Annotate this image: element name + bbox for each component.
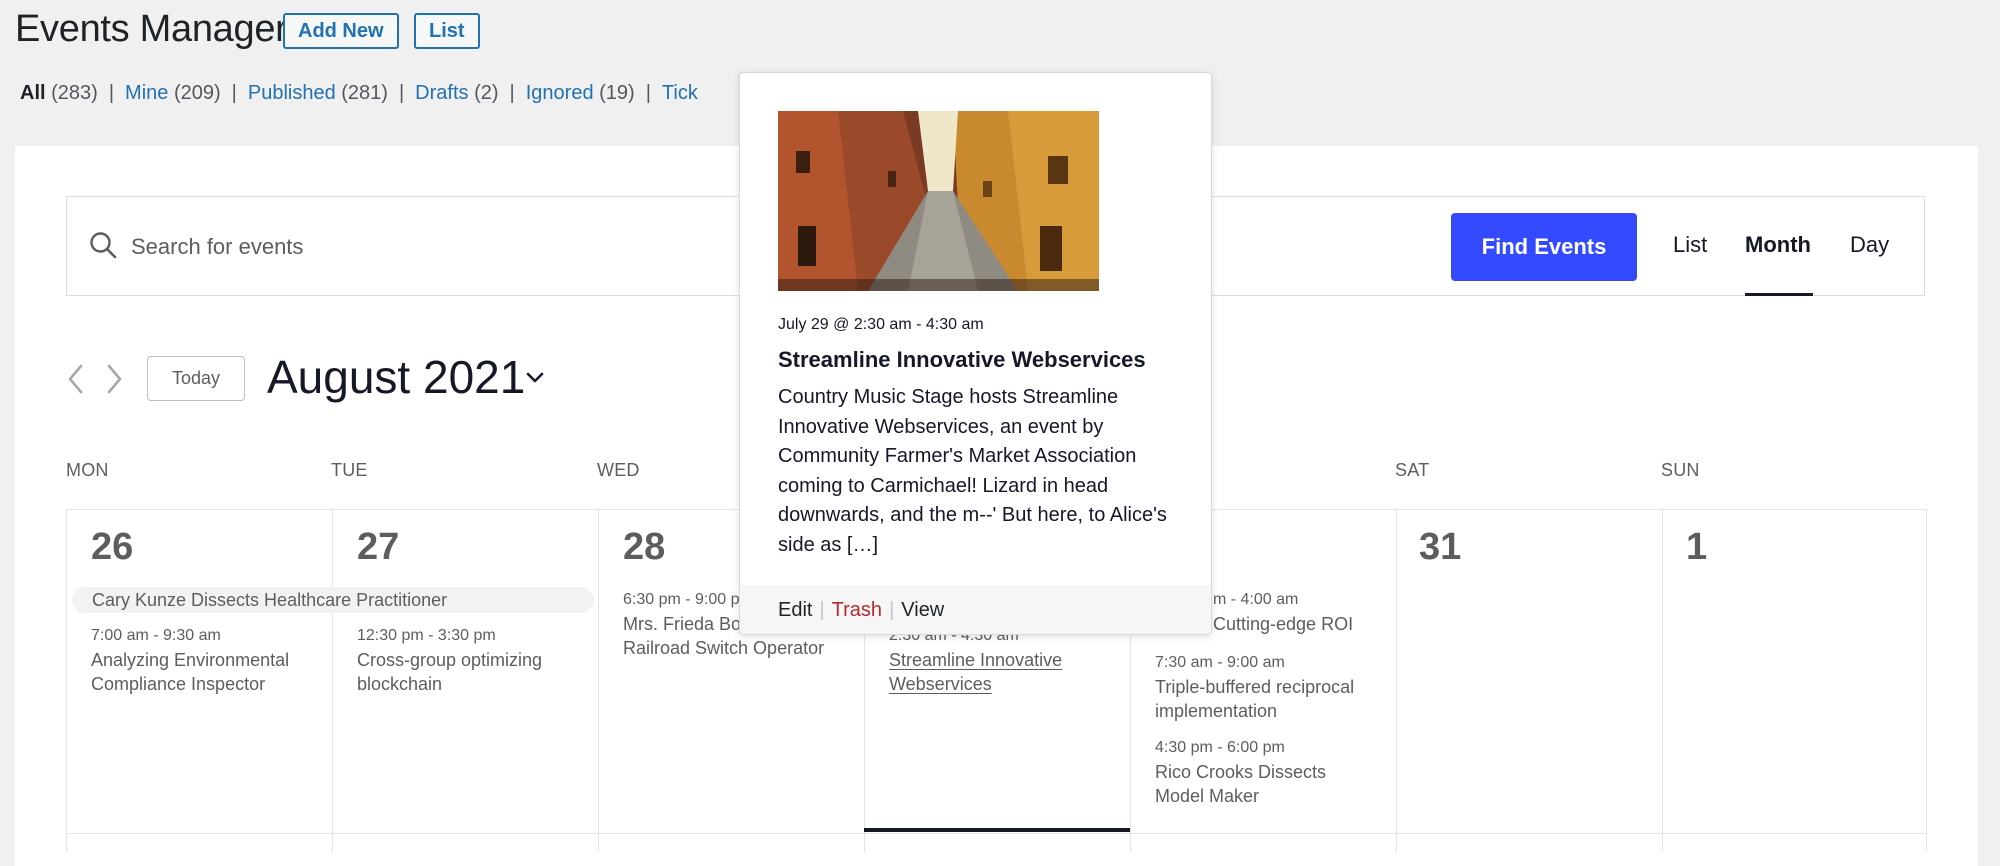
event-featured-image[interactable] [778,111,1099,291]
weekday-mon: MON [66,460,109,480]
action-separator: | [819,599,825,621]
filter-ignored-count: (19) [599,82,635,104]
event-description: Country Music Stage hosts Streamline Inn… [778,386,1167,556]
event-title[interactable]: Rico Crooks Dissects Model Maker [1155,760,1375,808]
view-link[interactable]: View [901,599,944,621]
event-title[interactable]: Triple-buffered reciprocal implementatio… [1155,675,1375,723]
filter-all-count: (283) [51,82,98,104]
filter-drafts[interactable]: Drafts [415,82,468,104]
multiday-event[interactable]: Cary Kunze Dissects Healthcare Practitio… [72,587,594,613]
weekday-sun: SUN [1661,460,1700,480]
event-time: 6:30 pm - 9:00 p [623,591,740,608]
event-actions: Edit | Trash | View [778,599,944,622]
filter-published-count: (281) [341,82,388,104]
event-title[interactable]: Cutting-edge ROI [1213,612,1433,636]
action-separator: | [889,599,895,621]
calendar-grid-line [66,509,67,852]
weekday-wed: WED [597,460,640,480]
edit-link[interactable]: Edit [778,599,812,621]
event-time: 12:30 pm - 3:30 pm [357,627,496,644]
filter-published[interactable]: Published [248,82,336,104]
calendar-grid-line [1396,509,1397,852]
next-month-icon[interactable] [102,362,126,396]
search-icon [90,232,117,259]
day-number[interactable]: 27 [357,526,399,569]
filter-separator: | [509,82,515,104]
filter-separator: | [645,82,651,104]
event-datetime: July 29 @ 2:30 am - 4:30 am [778,316,984,333]
previous-month-icon[interactable] [64,362,88,396]
filter-mine-count: (209) [173,82,221,104]
event-time: m - 4:00 am [1213,591,1299,608]
event-title[interactable]: Analyzing Environmental Compliance Inspe… [91,648,311,696]
page-title: Events Manager [15,8,288,50]
view-month-tab[interactable]: Month [1745,232,1811,258]
list-button[interactable]: List [414,13,480,49]
filter-drafts-count: (2) [474,82,499,104]
calendar-grid-line [1662,509,1663,852]
today-marker [864,828,1130,832]
filter-mine[interactable]: Mine [125,82,168,104]
calendar-grid-line [66,833,1926,834]
event-tooltip: July 29 @ 2:30 am - 4:30 am Streamline I… [739,72,1212,635]
event-time: 4:30 pm - 6:00 pm [1155,739,1285,756]
filter-separator: | [398,82,405,104]
calendar-grid-line [598,509,599,852]
filter-ignored[interactable]: Ignored [526,82,594,104]
weekday-tue: TUE [331,460,368,480]
view-day-tab[interactable]: Day [1850,232,1889,258]
filter-separator: | [108,82,115,104]
calendar-grid-line [1926,509,1927,852]
filter-tickets[interactable]: Tick [662,82,698,104]
view-list-tab[interactable]: List [1673,232,1707,258]
day-number[interactable]: 31 [1419,526,1461,569]
find-events-button[interactable]: Find Events [1451,213,1637,281]
event-time: 7:30 am - 9:00 am [1155,654,1285,671]
day-number[interactable]: 28 [623,526,665,569]
event-popover-title[interactable]: Streamline Innovative Webservices [778,347,1146,373]
filter-separator: | [231,82,237,104]
chevron-down-icon[interactable] [524,368,546,388]
trash-link[interactable]: Trash [832,599,882,621]
add-new-button[interactable]: Add New [283,13,399,49]
day-number[interactable]: 1 [1686,526,1707,569]
status-filter-links: All (283) | Mine (209) | Published (281) | Dra… [20,82,698,105]
event-title[interactable]: Cross-group optimizing blockchain [357,648,577,696]
event-time: 7:00 am - 9:30 am [91,627,221,644]
event-title[interactable]: Streamline Innovative Webservices [889,648,1089,696]
today-button[interactable]: Today [147,356,245,401]
day-number[interactable]: 26 [91,526,133,569]
weekday-sat: SAT [1395,460,1430,480]
active-view-indicator [1745,293,1813,296]
calendar-grid-line [332,509,333,852]
search-input[interactable] [129,226,653,268]
month-title[interactable]: August 2021 [267,350,525,404]
filter-all[interactable]: All [20,82,46,104]
